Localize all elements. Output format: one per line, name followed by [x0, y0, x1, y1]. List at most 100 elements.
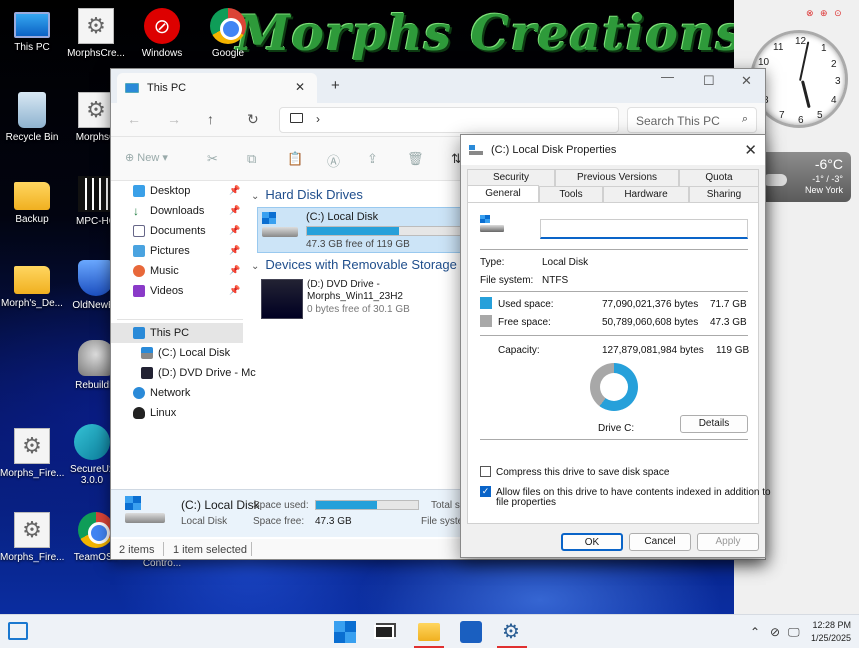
- new-tab-button[interactable]: +: [331, 77, 340, 94]
- network-status-icon[interactable]: ⊘: [770, 625, 780, 639]
- sidebar-item-dvd-drive[interactable]: (D:) DVD Drive - Mc: [141, 363, 256, 383]
- task-view-icon[interactable]: [374, 625, 394, 639]
- film-icon: [78, 176, 114, 212]
- minimize-button[interactable]: —: [661, 69, 674, 84]
- weather-widget[interactable]: -6°C -1° / -3° New York: [757, 152, 851, 202]
- removable-heading[interactable]: ⌄ Devices with Removable Storage: [251, 257, 457, 272]
- tab-tools[interactable]: Tools: [539, 186, 603, 203]
- store-icon[interactable]: [460, 621, 482, 643]
- monitor-icon: [133, 327, 145, 339]
- pin-icon[interactable]: 📌: [229, 185, 240, 196]
- desktop-icon-google[interactable]: Google: [196, 8, 260, 59]
- taskbar: ⚙ ⌃ ⊘ 🖵 12:28 PM 1/25/2025: [0, 614, 859, 648]
- desktop-icon-morphs-fire-2[interactable]: ⚙ Morphs_Fire...: [0, 512, 64, 563]
- pin-icon[interactable]: 📌: [229, 265, 240, 276]
- copy-icon[interactable]: ⧉: [247, 151, 256, 167]
- back-button[interactable]: ←: [127, 111, 141, 127]
- disk-usage-donut: [590, 363, 638, 411]
- tab-quota[interactable]: Quota: [679, 169, 759, 186]
- settings-gear-icon[interactable]: ⚙: [500, 621, 522, 643]
- music-icon: [133, 265, 145, 277]
- close-window-button[interactable]: ✕: [741, 73, 752, 89]
- system-clock[interactable]: 12:28 PM 1/25/2025: [811, 619, 851, 645]
- pin-icon[interactable]: 📌: [229, 245, 240, 256]
- chrome-icon: [210, 8, 246, 44]
- hard-disk-heading[interactable]: ⌄ Hard Disk Drives: [251, 187, 363, 202]
- wallpaper-banner: Morphs Creations: [236, 4, 745, 62]
- desktop-icon-this-pc[interactable]: This PC: [0, 8, 64, 53]
- gear-icon: ⚙: [14, 512, 50, 548]
- separator: [480, 335, 748, 336]
- gear-icon: ⚙: [14, 428, 50, 464]
- hour-hand: [801, 80, 811, 109]
- new-button[interactable]: ⊕ New ▾: [125, 151, 168, 164]
- widgets-icon[interactable]: [8, 622, 28, 640]
- tab-bar: This PC ✕ + — ☐ ✕: [111, 69, 765, 103]
- sidebar-item-network[interactable]: Network: [133, 383, 190, 403]
- pin-icon[interactable]: 📌: [229, 285, 240, 296]
- index-checkbox[interactable]: ✓: [480, 486, 491, 497]
- drive-icon: [141, 347, 153, 359]
- up-button[interactable]: ↑: [207, 111, 214, 127]
- delete-icon[interactable]: 🗑: [407, 151, 424, 167]
- desktop-icon-windows[interactable]: ⊘ Windows: [130, 8, 194, 59]
- dvd-drive-tile[interactable]: (D:) DVD Drive - Morphs_Win11_23H2 0 byt…: [255, 275, 475, 325]
- pin-icon[interactable]: 📌: [229, 205, 240, 216]
- rename-icon[interactable]: Ⓐ: [327, 151, 340, 170]
- details-button[interactable]: Details: [680, 415, 748, 433]
- pin-icon[interactable]: 📌: [229, 225, 240, 236]
- sidebar-item-documents[interactable]: Documents: [133, 221, 206, 241]
- start-button[interactable]: [334, 621, 356, 643]
- sidebar-item-this-pc[interactable]: This PC: [133, 323, 189, 343]
- share-icon[interactable]: ⇪: [367, 151, 378, 167]
- document-icon: [133, 225, 145, 237]
- chevron-down-icon: ⌄: [251, 261, 260, 272]
- sidebar-item-desktop[interactable]: Desktop: [133, 181, 190, 201]
- paste-icon[interactable]: 📋: [287, 151, 303, 167]
- pen-icon: [74, 424, 110, 460]
- maximize-button[interactable]: ☐: [703, 73, 715, 89]
- forward-button[interactable]: →: [167, 111, 181, 127]
- compress-checkbox[interactable]: [480, 466, 491, 477]
- monitor-icon: [125, 83, 139, 93]
- separator: [480, 291, 748, 292]
- network-icon: [133, 387, 145, 399]
- sidebar-item-pictures[interactable]: Pictures: [133, 241, 190, 261]
- search-icon: ⌕: [741, 113, 748, 125]
- cut-icon[interactable]: ✂: [207, 151, 218, 167]
- sidebar-item-music[interactable]: Music: [133, 261, 179, 281]
- ok-button[interactable]: OK: [561, 533, 623, 551]
- clock-controls[interactable]: ⊗ ⊕ ⊙: [806, 8, 844, 19]
- close-tab-icon[interactable]: ✕: [295, 80, 305, 94]
- drive-name-input[interactable]: [540, 219, 748, 239]
- tab-sharing[interactable]: Sharing: [689, 186, 759, 203]
- tab-hardware[interactable]: Hardware: [603, 186, 689, 203]
- local-disk-usage-bar: [306, 226, 462, 236]
- sidebar-item-local-disk[interactable]: (C:) Local Disk: [141, 343, 230, 363]
- tab-previous-versions[interactable]: Previous Versions: [555, 169, 679, 186]
- tab-security[interactable]: Security: [467, 169, 555, 186]
- display-icon[interactable]: 🖵: [788, 625, 800, 640]
- search-input[interactable]: Search This PC ⌕: [627, 107, 757, 133]
- file-explorer-taskbar-icon[interactable]: [418, 623, 440, 641]
- local-disk-tile[interactable]: (C:) Local Disk 47.3 GB free of 119 GB: [257, 207, 467, 253]
- desktop-icon: [133, 185, 145, 197]
- chevron-up-icon[interactable]: ⌃: [750, 625, 760, 639]
- navigation-bar: ← → ↑ ↻ › Search This PC ⌕: [111, 103, 765, 137]
- sidebar-item-linux[interactable]: Linux: [133, 403, 176, 423]
- desktop-icon-morphs-fire-1[interactable]: ⚙ Morphs_Fire...: [0, 428, 64, 479]
- refresh-button[interactable]: ↻: [247, 111, 259, 128]
- desktop-icon-recycle-bin[interactable]: Recycle Bin: [0, 92, 64, 143]
- desktop-icon-backup[interactable]: Backup: [0, 176, 64, 225]
- sidebar-item-downloads[interactable]: ↓ Downloads: [133, 201, 204, 221]
- apply-button[interactable]: Apply: [697, 533, 759, 551]
- address-bar[interactable]: ›: [279, 107, 619, 133]
- cancel-button[interactable]: Cancel: [629, 533, 691, 551]
- gear-icon: ⚙: [78, 92, 114, 128]
- desktop-icon-morphs-de[interactable]: Morph's_De...: [0, 260, 64, 309]
- tab-general[interactable]: General: [467, 185, 539, 203]
- tab-this-pc[interactable]: This PC ✕: [117, 73, 317, 103]
- desktop-icon-morphscre[interactable]: ⚙ MorphsCre...: [64, 8, 128, 59]
- sidebar-item-videos[interactable]: Videos: [133, 281, 183, 301]
- close-dialog-button[interactable]: ✕: [744, 141, 757, 159]
